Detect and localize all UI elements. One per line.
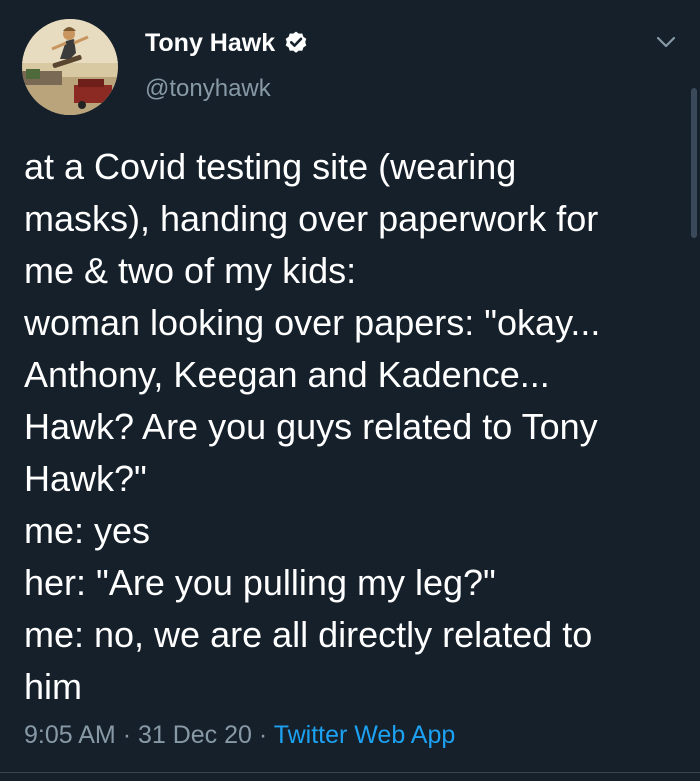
meta-separator: · — [122, 721, 132, 749]
author-handle[interactable]: @tonyhawk — [145, 74, 271, 104]
tweet-text-line: Hawk? Are you guys related to Tony — [24, 406, 598, 447]
tweet-text-line: him — [24, 666, 83, 707]
tweet-text-line: Anthony, Keegan and Kadence... — [24, 354, 550, 395]
divider — [0, 772, 700, 773]
meta-separator: · — [258, 721, 268, 749]
tweet-card: Tony Hawk @tonyhawk at a Covid testing s… — [0, 0, 700, 781]
tweet-text-line: me & two of my kids: — [24, 250, 357, 291]
tweet-text-line: woman looking over papers: "okay... — [24, 302, 601, 343]
tweet-text-line: me: yes — [24, 510, 151, 551]
author-display-name[interactable]: Tony Hawk — [145, 27, 275, 59]
skateboarder-photo-avatar — [22, 19, 118, 115]
scrollbar-thumb[interactable] — [691, 88, 697, 238]
verified-badge-icon — [285, 31, 307, 53]
tweet-meta: 9:05 AM · 31 Dec 20 · Twitter Web App — [24, 718, 455, 752]
tweet-text-line: Hawk?" — [24, 458, 147, 499]
tweet-text-line: me: no, we are all directly related to — [24, 614, 593, 655]
tweet-time[interactable]: 9:05 AM — [24, 721, 116, 749]
tweet-text-line: masks), handing over paperwork for — [24, 198, 599, 239]
chevron-down-icon[interactable] — [653, 31, 679, 53]
author-avatar[interactable] — [22, 19, 118, 115]
tweet-date[interactable]: 31 Dec 20 — [138, 721, 252, 749]
tweet-text: at a Covid testing site (wearing masks),… — [24, 141, 688, 713]
tweet-text-line: her: "Are you pulling my leg?" — [24, 562, 496, 603]
author-name-row[interactable]: Tony Hawk — [145, 27, 309, 59]
tweet-text-line: at a Covid testing site (wearing — [24, 146, 517, 187]
tweet-source-link[interactable]: Twitter Web App — [274, 721, 456, 749]
